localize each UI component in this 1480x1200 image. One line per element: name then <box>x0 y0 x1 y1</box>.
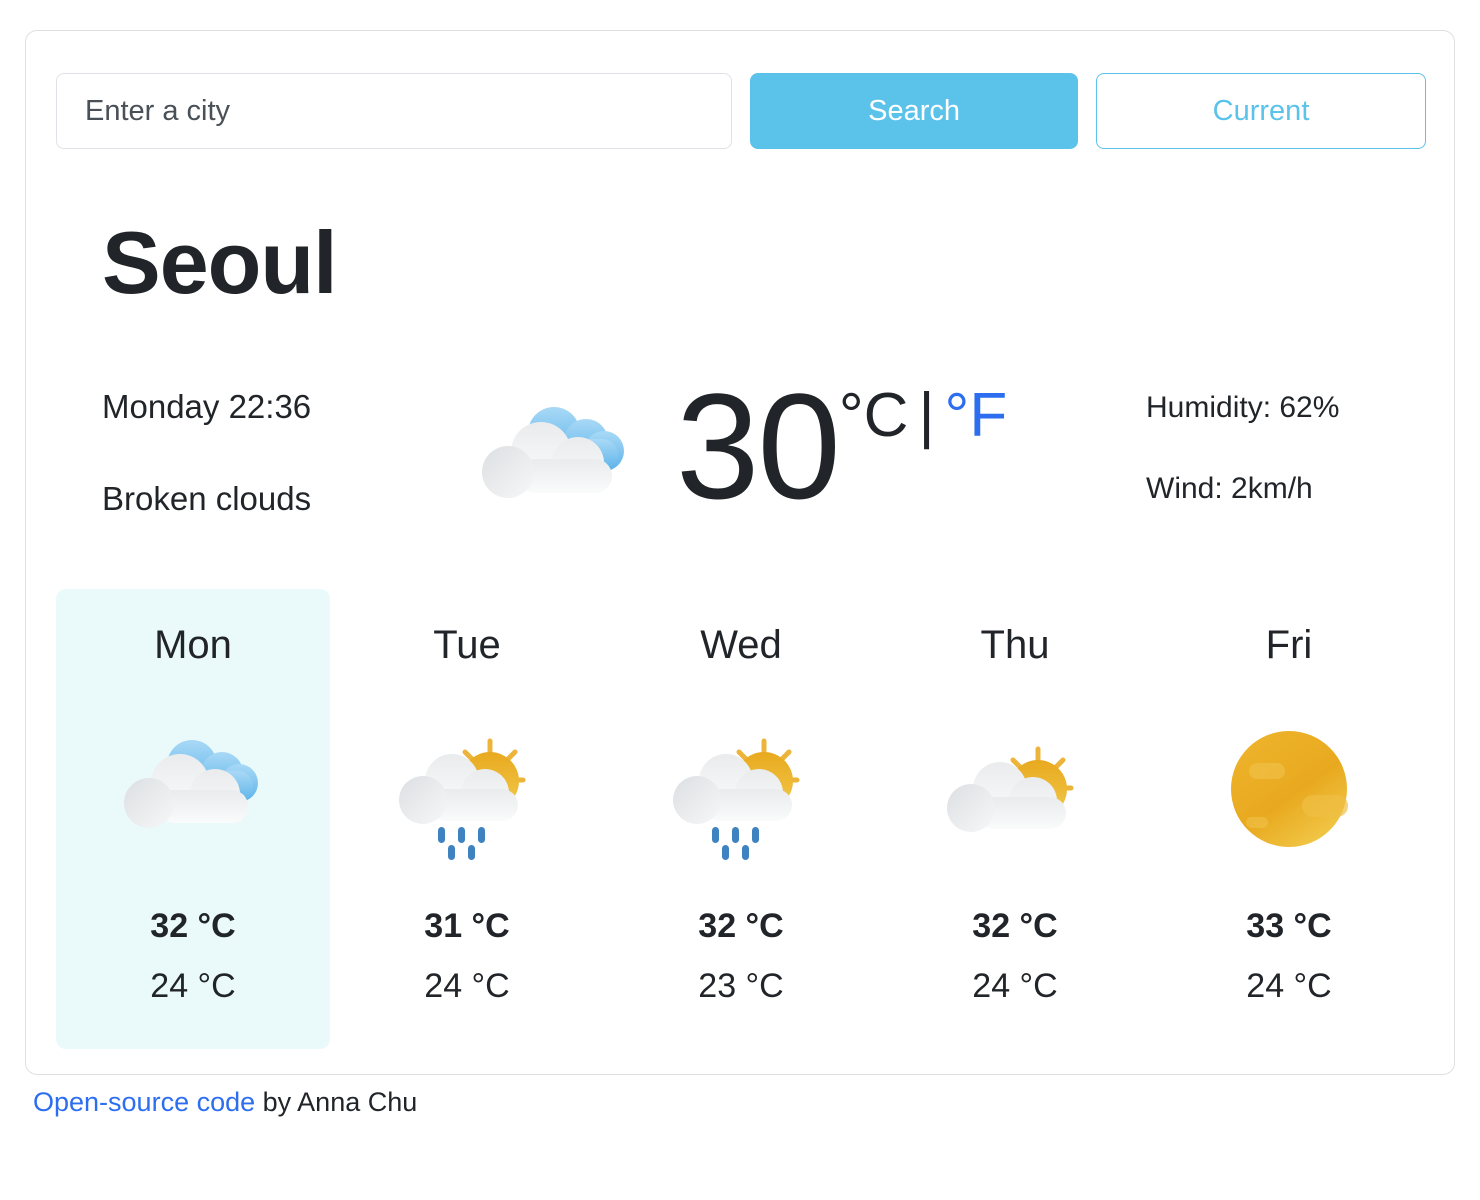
current-temperature-block: 30 °C | °F <box>676 371 1007 521</box>
city-name: Seoul <box>102 213 338 312</box>
footer-credit: by Anna Chu <box>255 1087 418 1117</box>
forecast-temp-max: 33 °C <box>1246 907 1332 945</box>
forecast-day-tue[interactable]: Tue 31 °C 24 °C <box>330 589 604 1049</box>
city-search-input[interactable] <box>56 73 733 149</box>
forecast-day-mon[interactable]: Mon 32 °C 24 °C <box>56 589 330 1049</box>
forecast-temp-min: 23 °C <box>698 967 784 1005</box>
forecast-day-temps: 32 °C 24 °C <box>878 909 1152 1003</box>
forecast-day-temps: 32 °C 24 °C <box>56 909 330 1003</box>
current-description: Broken clouds <box>102 480 312 518</box>
forecast-day-temps: 33 °C 24 °C <box>1152 909 1426 1003</box>
forecast-temp-max: 32 °C <box>972 907 1058 945</box>
forecast-day-temps: 32 °C 23 °C <box>604 909 878 1003</box>
search-button[interactable]: Search <box>750 73 1079 149</box>
wind-value: Wind: 2km/h <box>1146 472 1313 505</box>
forecast-row: Mon 32 °C 24 °C Tue 31 °C 24 °C Wed 32 °… <box>56 589 1426 1049</box>
sun-cloud-rain-icon <box>656 717 826 867</box>
sun-cloud-rain-icon <box>382 717 552 867</box>
forecast-day-wed[interactable]: Wed 32 °C 23 °C <box>604 589 878 1049</box>
forecast-day-temps: 31 °C 24 °C <box>330 909 604 1003</box>
current-left-block: Monday 22:36 Broken clouds <box>102 388 312 518</box>
forecast-temp-min: 24 °C <box>150 967 236 1005</box>
current-temperature-value: 30 <box>676 362 841 530</box>
current-datetime: Monday 22:36 <box>102 388 312 425</box>
forecast-temp-min: 24 °C <box>1246 967 1332 1005</box>
current-location-button[interactable]: Current <box>1096 73 1426 149</box>
current-metrics: Humidity: 62% Wind: 2km/h <box>1146 391 1339 505</box>
search-row: Search Current <box>56 73 1426 149</box>
forecast-day-thu[interactable]: Thu 32 °C 24 °C <box>878 589 1152 1049</box>
weather-app: Search Current Seoul Monday 22:36 Broken… <box>0 0 1480 1200</box>
forecast-day-label: Mon <box>154 623 232 667</box>
footer: Open-source code by Anna Chu <box>33 1087 418 1118</box>
forecast-day-label: Thu <box>980 623 1050 667</box>
forecast-temp-min: 24 °C <box>972 967 1058 1005</box>
unit-separator: | <box>918 381 935 450</box>
fahrenheit-unit[interactable]: °F <box>945 385 1008 447</box>
sun-cloud-icon <box>930 717 1100 867</box>
forecast-day-label: Fri <box>1265 623 1313 667</box>
forecast-temp-max: 31 °C <box>424 907 510 945</box>
weather-card: Search Current Seoul Monday 22:36 Broken… <box>25 30 1455 1075</box>
current-conditions: Monday 22:36 Broken clouds 30 °C | °F Hu… <box>56 371 1426 561</box>
forecast-temp-max: 32 °C <box>698 907 784 945</box>
sun-icon <box>1204 717 1374 867</box>
forecast-day-label: Wed <box>700 623 782 667</box>
forecast-temp-max: 32 °C <box>150 907 236 945</box>
forecast-day-label: Tue <box>433 623 501 667</box>
broken-clouds-icon <box>108 717 278 867</box>
celsius-unit[interactable]: °C <box>839 385 909 447</box>
broken-clouds-icon <box>466 397 656 527</box>
forecast-day-fri[interactable]: Fri 33 °C 24 °C <box>1152 589 1426 1049</box>
humidity-value: Humidity: 62% <box>1146 391 1340 424</box>
open-source-code-link[interactable]: Open-source code <box>33 1087 255 1117</box>
temperature-unit-toggle: °C | °F <box>839 385 1007 447</box>
forecast-temp-min: 24 °C <box>424 967 510 1005</box>
